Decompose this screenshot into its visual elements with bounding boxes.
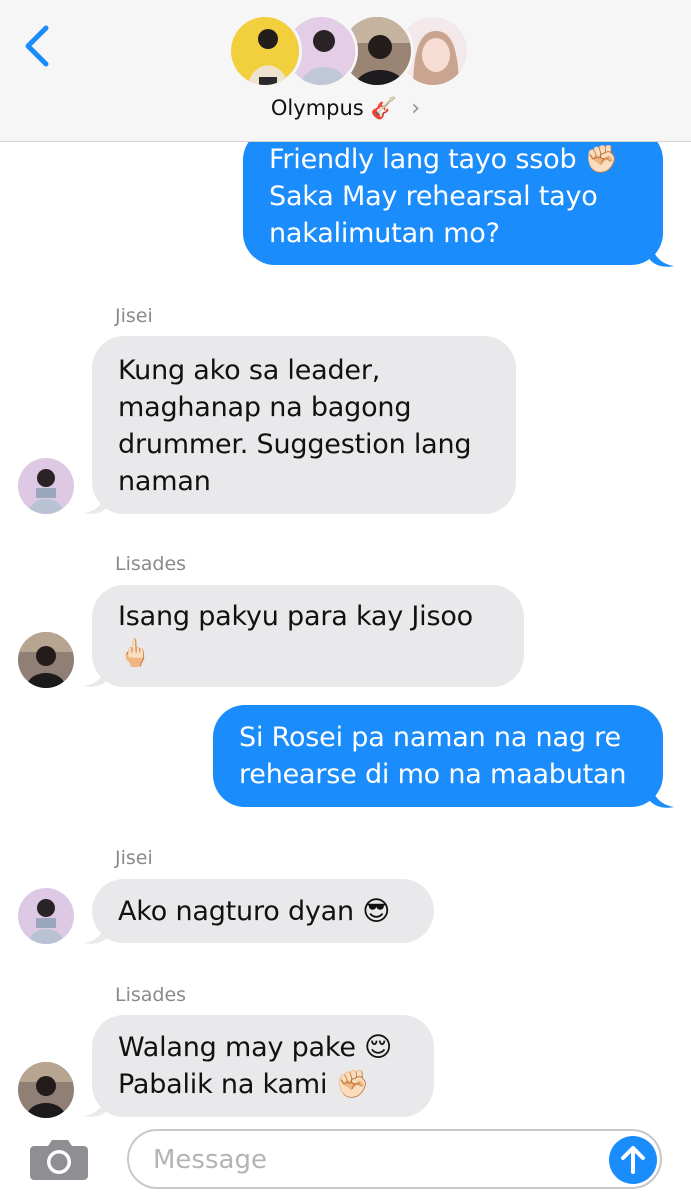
- group-avatars[interactable]: [228, 14, 470, 90]
- message-input[interactable]: [153, 1140, 593, 1180]
- chevron-right-icon: ›: [411, 96, 421, 121]
- outgoing-message-bubble[interactable]: Friendly lang tayo ssob ✊🏻 Saka May rehe…: [243, 128, 663, 265]
- bubble-tail: [650, 781, 674, 808]
- incoming-message-bubble[interactable]: Isang pakyu para kay Jisoo 🖕🏻: [92, 585, 524, 687]
- bubble-tail: [84, 660, 108, 687]
- incoming-message-bubble[interactable]: Walang may pake 😌 Pabalik na kami ✊🏻: [92, 1015, 434, 1117]
- incoming-message-bubble[interactable]: Ako nagturo dyan 😎: [92, 879, 434, 943]
- sender-avatar[interactable]: [18, 458, 74, 514]
- sender-avatar[interactable]: [18, 1062, 74, 1118]
- send-button[interactable]: [609, 1136, 657, 1184]
- bubble-tail: [650, 240, 674, 267]
- bubble-tail: [84, 917, 108, 944]
- back-chevron-icon: [25, 25, 49, 67]
- sender-name: Lisades: [115, 553, 187, 575]
- sender-name: Lisades: [115, 984, 187, 1006]
- camera-icon: [30, 1140, 88, 1180]
- composer-bar: [0, 1118, 691, 1200]
- back-button[interactable]: [20, 22, 56, 70]
- incoming-message-bubble[interactable]: Kung ako sa leader, maghanap na bagong d…: [92, 336, 516, 514]
- member-avatar-1: [228, 14, 302, 88]
- sender-avatar[interactable]: [18, 632, 74, 688]
- message-thread[interactable]: Friendly lang tayo ssob ✊🏻 Saka May rehe…: [0, 0, 691, 1120]
- group-name-button[interactable]: Olympus 🎸 ›: [0, 96, 691, 121]
- group-name: Olympus: [270, 96, 364, 120]
- bubble-tail: [84, 487, 108, 514]
- outgoing-message-bubble[interactable]: Si Rosei pa naman na nag re rehearse di …: [213, 705, 663, 807]
- bubble-tail: [84, 1090, 108, 1117]
- sender-name: Jisei: [115, 847, 153, 869]
- send-arrow-icon: [621, 1146, 645, 1174]
- message-field[interactable]: [127, 1129, 662, 1189]
- sender-name: Jisei: [115, 305, 153, 327]
- sender-avatar[interactable]: [18, 888, 74, 944]
- conversation-header: Olympus 🎸 ›: [0, 0, 691, 142]
- guitar-emoji: 🎸: [370, 96, 397, 120]
- camera-button[interactable]: [28, 1136, 90, 1182]
